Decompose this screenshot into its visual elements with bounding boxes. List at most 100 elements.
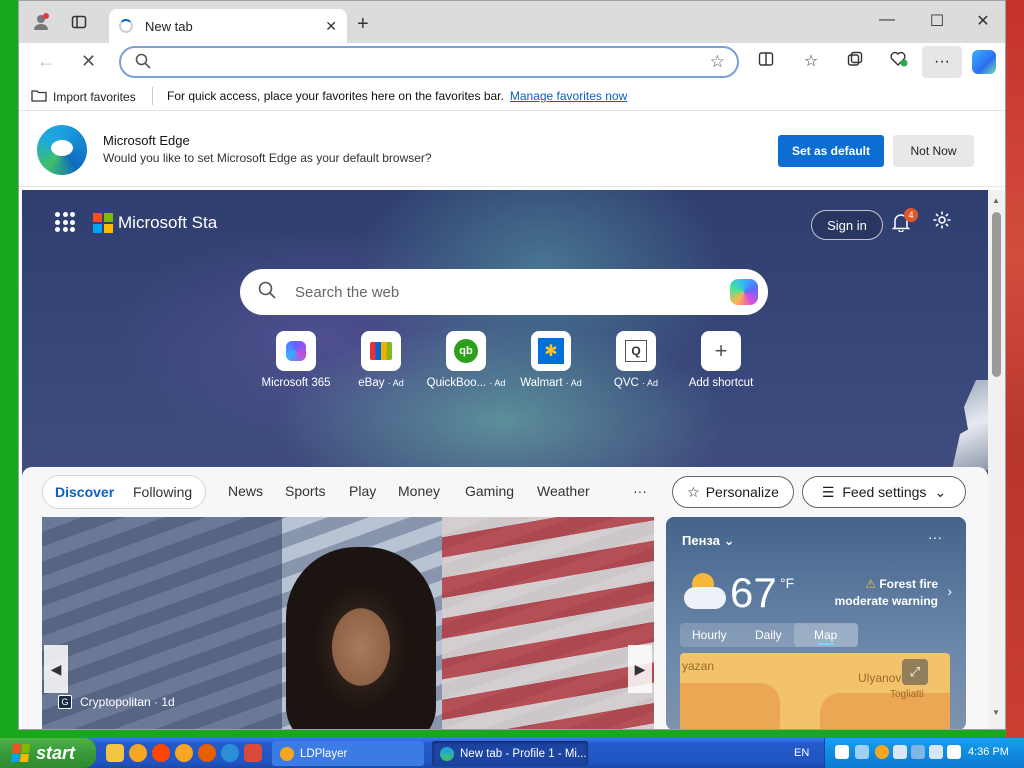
- quick-links: Microsoft 365 eBay · Ad qb QuickBoo... ·…: [252, 331, 772, 391]
- tab-play[interactable]: Play: [349, 483, 376, 499]
- page-scrollbar[interactable]: ▲ ▼: [988, 190, 1005, 729]
- shortcut-qvc[interactable]: Q QVC · Ad: [592, 331, 680, 389]
- tab-new-tab[interactable]: New tab ✕: [109, 9, 347, 43]
- tab-weather[interactable]: Weather: [537, 483, 590, 499]
- close-tab-icon[interactable]: ✕: [325, 18, 337, 35]
- weather-more-icon[interactable]: ···: [928, 529, 942, 545]
- new-tab-button[interactable]: +: [357, 13, 369, 36]
- close-window-button[interactable]: ✕: [971, 11, 995, 31]
- language-indicator[interactable]: EN: [794, 747, 809, 759]
- sliders-icon: ☰: [821, 483, 835, 500]
- sign-in-button[interactable]: Sign in: [811, 210, 883, 240]
- shortcut-walmart[interactable]: ✱ Walmart · Ad: [507, 331, 595, 389]
- personalize-button[interactable]: ☆ Personalize: [672, 476, 794, 508]
- stop-loading-button[interactable]: ✕: [81, 51, 96, 72]
- ldplayer-quicklaunch-icon[interactable]: [129, 744, 147, 762]
- snowy-tree-decoration: [952, 380, 988, 470]
- map-zone: [680, 683, 780, 729]
- split-screen-icon[interactable]: [754, 51, 778, 72]
- clock[interactable]: 4:36 PM: [968, 746, 1009, 758]
- flag-stripes-image: [442, 517, 654, 729]
- tab-map[interactable]: Map: [814, 628, 837, 642]
- previous-slide-button[interactable]: ◀: [44, 645, 68, 693]
- shortcut-label: QVC: [613, 377, 639, 389]
- ebay-icon: [361, 331, 401, 371]
- tab-following[interactable]: Following: [133, 484, 192, 500]
- copilot-icon[interactable]: [972, 50, 996, 74]
- network-icon[interactable]: [855, 745, 869, 759]
- start-button[interactable]: start: [0, 738, 96, 768]
- tab-sports[interactable]: Sports: [285, 483, 325, 499]
- app-launcher-icon[interactable]: [55, 212, 75, 232]
- tray-app-icon[interactable]: [947, 745, 961, 759]
- feed-settings-button[interactable]: ☰ Feed settings ⌄: [802, 476, 966, 508]
- task-label: New tab - Profile 1 - Mi...: [460, 747, 587, 760]
- default-browser-banner: Microsoft Edge Would you like to set Mic…: [19, 111, 1005, 187]
- mute-volume-icon[interactable]: [929, 745, 943, 759]
- tab-gaming[interactable]: Gaming: [465, 483, 514, 499]
- next-slide-button[interactable]: ▶: [628, 645, 652, 693]
- firefox-icon[interactable]: [198, 744, 216, 762]
- manage-favorites-link[interactable]: Manage favorites now: [510, 89, 627, 103]
- article-source: G Cryptopolitan · 1d: [58, 695, 175, 709]
- minimize-button[interactable]: —: [875, 11, 899, 29]
- edge-quicklaunch-icon[interactable]: [221, 744, 239, 762]
- tab-daily[interactable]: Daily: [755, 628, 782, 642]
- map-label: Ulyanov: [858, 671, 902, 685]
- favorite-star-icon[interactable]: ☆: [710, 52, 725, 72]
- copilot-icon[interactable]: [730, 279, 758, 305]
- explorer-icon[interactable]: [106, 744, 124, 762]
- search-icon: [258, 281, 276, 304]
- weather-card[interactable]: Пенза ⌄ ··· 67 °F ⚠ Forest fire moderate…: [666, 517, 966, 729]
- web-search-box[interactable]: Search the web: [240, 269, 768, 315]
- tab-hourly[interactable]: Hourly: [692, 628, 727, 642]
- sparkle-icon: ☆: [687, 483, 700, 500]
- shortcut-ebay[interactable]: eBay · Ad: [337, 331, 425, 389]
- app-icon[interactable]: [175, 744, 193, 762]
- address-bar[interactable]: ☆: [119, 46, 739, 78]
- set-as-default-button[interactable]: Set as default: [778, 135, 884, 167]
- add-shortcut-button[interactable]: + Add shortcut: [677, 331, 765, 389]
- tab-money[interactable]: Money: [398, 483, 440, 499]
- display-icon[interactable]: [893, 745, 907, 759]
- brand-title: Microsoft Sta: [118, 213, 218, 232]
- scroll-down-icon[interactable]: ▼: [992, 708, 1000, 717]
- task-ldplayer[interactable]: LDPlayer: [272, 741, 424, 766]
- maximize-button[interactable]: ☐: [925, 11, 949, 31]
- profile-icon[interactable]: [31, 12, 51, 32]
- task-edge-new-tab[interactable]: New tab - Profile 1 - Mi...: [432, 741, 588, 766]
- reddit-icon[interactable]: [152, 744, 170, 762]
- more-categories-button[interactable]: ···: [633, 483, 647, 499]
- tab-actions-icon[interactable]: [69, 12, 89, 32]
- shortcut-quickbooks[interactable]: qb QuickBoo... · Ad: [422, 331, 510, 389]
- search-tray-icon[interactable]: [875, 745, 889, 759]
- tray-app-icon[interactable]: [911, 745, 925, 759]
- back-button[interactable]: ←: [37, 51, 55, 72]
- banner-title: Microsoft Edge: [103, 133, 190, 148]
- more-menu-button[interactable]: ···: [922, 46, 962, 78]
- security-shield-icon[interactable]: [835, 745, 849, 759]
- scrollbar-thumb[interactable]: [992, 212, 1001, 377]
- weather-city[interactable]: Пенза ⌄: [682, 533, 734, 549]
- hero-news-card[interactable]: ◀ ▶ G Cryptopolitan · 1d: [42, 517, 654, 729]
- loading-spinner-icon: [119, 19, 133, 33]
- feed-mode-toggle: Discover Following: [42, 475, 206, 509]
- shortcut-microsoft-365[interactable]: Microsoft 365: [252, 331, 340, 389]
- map-label: yazan: [682, 659, 715, 673]
- tab-news[interactable]: News: [228, 483, 263, 499]
- chevron-right-icon[interactable]: ›: [947, 583, 952, 599]
- scroll-up-icon[interactable]: ▲: [992, 196, 1000, 205]
- browser-essentials-icon[interactable]: [887, 51, 911, 72]
- ad-label: · Ad: [565, 378, 582, 388]
- weather-warning[interactable]: ⚠ Forest fire: [865, 577, 938, 591]
- expand-map-icon[interactable]: ⤢: [902, 659, 928, 685]
- page-settings-gear-icon[interactable]: [932, 210, 952, 236]
- tab-title: New tab: [145, 18, 193, 34]
- tab-discover[interactable]: Discover: [55, 484, 114, 500]
- not-now-button[interactable]: Not Now: [893, 135, 974, 167]
- app-icon[interactable]: [244, 744, 262, 762]
- collections-icon[interactable]: [843, 51, 867, 72]
- import-favorites-button[interactable]: Import favorites: [31, 88, 136, 105]
- ad-label: · Ad: [489, 378, 506, 388]
- favorites-icon[interactable]: ☆: [799, 51, 823, 71]
